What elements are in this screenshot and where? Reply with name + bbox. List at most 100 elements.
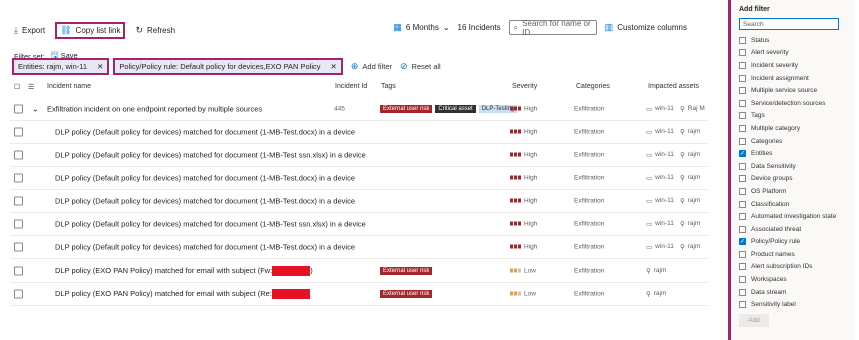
reset-all-button[interactable]: ⊘ Reset all xyxy=(400,61,441,72)
filter-option[interactable]: ✓ Entities xyxy=(739,147,836,160)
filter-option[interactable]: Alert subscription IDs xyxy=(739,261,836,274)
checkbox[interactable] xyxy=(739,200,746,208)
checkbox[interactable] xyxy=(739,162,746,170)
checkbox[interactable]: ✓ xyxy=(739,238,746,246)
checkbox[interactable] xyxy=(739,36,746,44)
row-checkbox[interactable] xyxy=(14,173,23,182)
customize-columns-button[interactable]: ▥ Customize columns xyxy=(605,22,687,33)
filter-option[interactable]: Tags xyxy=(739,110,836,123)
col-incident-id[interactable]: Incident Id xyxy=(335,83,367,90)
export-button[interactable]: ⤓ Export xyxy=(14,25,45,36)
impacted-asset[interactable]: ⚲ rajm xyxy=(646,267,666,275)
col-incident-name[interactable]: Incident name xyxy=(47,83,91,90)
impacted-user[interactable]: ⚲ Raj M xyxy=(680,105,705,113)
incident-name[interactable]: DLP policy (Default policy for devices) … xyxy=(55,196,355,205)
table-row[interactable]: DLP policy (EXO PAN Policy) matched for … xyxy=(10,259,708,283)
filter-option[interactable]: Incident assignment xyxy=(739,72,836,85)
row-checkbox[interactable] xyxy=(14,242,23,251)
table-row[interactable]: DLP policy (Default policy for devices) … xyxy=(10,189,708,213)
filter-option[interactable]: Incident severity xyxy=(739,59,836,72)
impacted-asset[interactable]: ▭ win-11 xyxy=(646,151,674,159)
row-checkbox[interactable] xyxy=(14,219,23,228)
impacted-asset[interactable]: ▭ win-11 xyxy=(646,105,674,113)
filter-option[interactable]: Data stream xyxy=(739,286,836,299)
table-row[interactable]: DLP policy (Default policy for devices) … xyxy=(10,235,708,259)
filter-search-input[interactable]: Search xyxy=(739,18,839,30)
filter-option[interactable]: OS Platform xyxy=(739,185,836,198)
close-icon[interactable]: ✕ xyxy=(97,62,103,71)
checkbox[interactable] xyxy=(739,124,746,132)
filter-chip-policy[interactable]: Policy/Policy rule: Default policy for d… xyxy=(113,58,343,75)
impacted-asset[interactable]: ▭ win-11 xyxy=(646,220,674,228)
add-filter-button[interactable]: ⊕ Add filter xyxy=(351,61,392,72)
col-impacted-assets[interactable]: Impacted assets xyxy=(648,83,699,90)
impacted-user[interactable]: ⚲ rajm xyxy=(680,243,700,251)
filter-option[interactable]: Device groups xyxy=(739,173,836,186)
chevron-down-icon[interactable]: ⌄ xyxy=(32,104,39,113)
checkbox[interactable] xyxy=(739,213,746,221)
incident-name[interactable]: Exfiltration incident on one endpoint re… xyxy=(47,104,262,113)
incident-name[interactable]: DLP policy (EXO PAN Policy) matched for … xyxy=(55,265,313,276)
filter-option[interactable]: Data Sensitivity xyxy=(739,160,836,173)
checkbox[interactable] xyxy=(739,74,746,82)
filter-option[interactable]: Sensitivity label xyxy=(739,298,836,311)
checkbox[interactable] xyxy=(739,250,746,258)
filter-option[interactable]: Classification xyxy=(739,198,836,211)
impacted-asset[interactable]: ▭ win-11 xyxy=(646,243,674,251)
impacted-user[interactable]: ⚲ rajm xyxy=(680,151,700,159)
incident-name[interactable]: DLP policy (EXO PAN Policy) matched for … xyxy=(55,288,310,299)
col-categories[interactable]: Categories xyxy=(576,83,610,90)
table-row[interactable]: DLP policy (Default policy for devices) … xyxy=(10,143,708,167)
time-range-picker[interactable]: ▦ 6 Months ⌄ xyxy=(393,22,449,33)
table-row[interactable]: DLP policy (EXO PAN Policy) matched for … xyxy=(10,282,708,306)
row-checkbox[interactable] xyxy=(14,150,23,159)
impacted-user[interactable]: ⚲ rajm xyxy=(680,220,700,228)
checkbox[interactable] xyxy=(739,61,746,69)
filter-option[interactable]: Multiple service source xyxy=(739,84,836,97)
add-button[interactable]: Add xyxy=(739,314,769,327)
checkbox[interactable] xyxy=(739,225,746,233)
checkbox[interactable] xyxy=(739,87,746,95)
checkbox[interactable] xyxy=(739,99,746,107)
row-checkbox[interactable] xyxy=(14,127,23,136)
checkbox[interactable] xyxy=(739,187,746,195)
row-checkbox[interactable] xyxy=(14,289,23,298)
filter-option[interactable]: Status xyxy=(739,34,836,47)
checkbox[interactable] xyxy=(739,288,746,296)
filter-option[interactable]: Service/detection sources xyxy=(739,97,836,110)
filter-option[interactable]: Multiple category xyxy=(739,122,836,135)
col-severity[interactable]: Severity xyxy=(512,83,537,90)
checkbox[interactable] xyxy=(739,112,746,120)
incident-name[interactable]: DLP policy (Default policy for devices) … xyxy=(55,242,355,251)
impacted-asset[interactable]: ▭ win-11 xyxy=(646,197,674,205)
impacted-asset[interactable]: ▭ win-11 xyxy=(646,128,674,136)
filter-option[interactable]: Automated investigation state xyxy=(739,210,836,223)
filter-option[interactable]: Workspaces xyxy=(739,273,836,286)
table-row[interactable]: ⌄ Exfiltration incident on one endpoint r… xyxy=(10,97,708,121)
impacted-asset[interactable]: ▭ win-11 xyxy=(646,174,674,182)
filter-option[interactable]: Product names xyxy=(739,248,836,261)
copy-list-link-button[interactable]: ⛓ Copy list link xyxy=(55,21,126,39)
checkbox[interactable]: ✓ xyxy=(739,150,746,158)
incident-name[interactable]: DLP policy (Default policy for devices) … xyxy=(55,173,355,182)
refresh-button[interactable]: ↻ Refresh xyxy=(135,25,175,36)
close-icon[interactable]: ✕ xyxy=(331,62,337,71)
incident-name[interactable]: DLP policy (Default policy for devices) … xyxy=(55,127,355,136)
incident-name[interactable]: DLP policy (Default policy for devices) … xyxy=(55,150,366,159)
impacted-user[interactable]: ⚲ rajm xyxy=(680,197,700,205)
row-checkbox[interactable] xyxy=(14,196,23,205)
filter-option[interactable]: Alert severity xyxy=(739,47,836,60)
filter-chip-entities[interactable]: Entities: rajm, win-11 ✕ xyxy=(12,58,110,75)
row-checkbox[interactable] xyxy=(14,104,23,113)
checkbox[interactable] xyxy=(739,276,746,284)
impacted-asset[interactable]: ⚲ rajm xyxy=(646,290,666,298)
row-checkbox[interactable] xyxy=(14,266,23,275)
filter-option[interactable]: ✓ Policy/Policy rule xyxy=(739,236,836,249)
table-row[interactable]: DLP policy (Default policy for devices) … xyxy=(10,166,708,190)
filter-option[interactable]: Associated threat xyxy=(739,223,836,236)
checkbox[interactable] xyxy=(739,137,746,145)
filter-option[interactable]: Categories xyxy=(739,135,836,148)
incident-name[interactable]: DLP policy (Default policy for devices) … xyxy=(55,219,366,228)
checkbox[interactable] xyxy=(739,175,746,183)
checkbox[interactable] xyxy=(739,301,746,309)
